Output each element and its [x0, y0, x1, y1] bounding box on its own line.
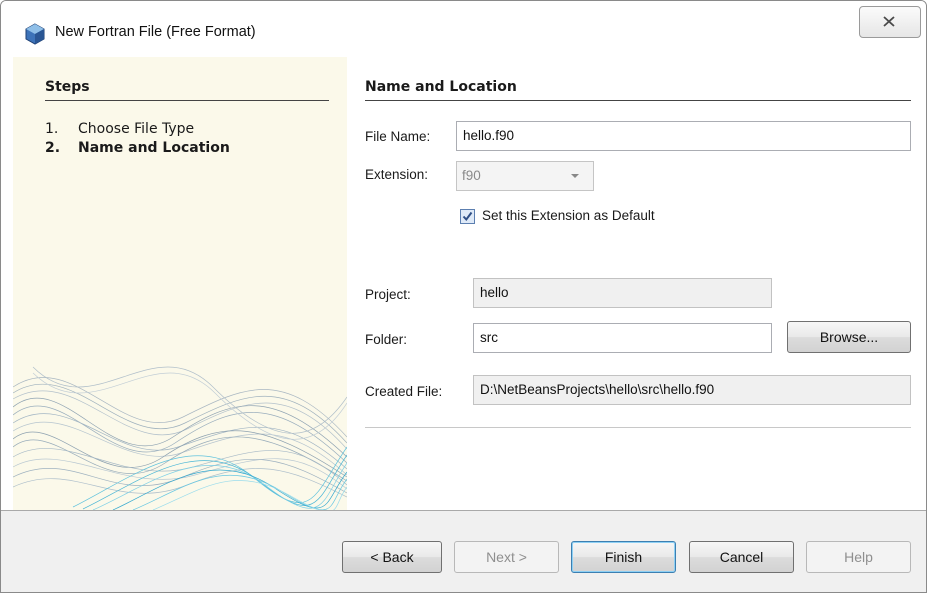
title-bar[interactable]: New Fortran File (Free Format)	[1, 1, 926, 55]
section-title: Name and Location	[365, 79, 517, 95]
section-divider	[365, 100, 911, 101]
cancel-button[interactable]: Cancel	[689, 541, 794, 573]
close-button[interactable]	[859, 6, 921, 38]
steps-panel: Steps 1. Choose File Type 2. Name and Loca…	[13, 57, 347, 510]
left-margin	[1, 57, 13, 510]
help-button[interactable]: Help	[806, 541, 911, 573]
next-button[interactable]: Next >	[454, 541, 559, 573]
step-number: 1.	[45, 121, 59, 137]
created-file-label: Created File:	[365, 384, 443, 399]
chevron-down-icon	[571, 174, 579, 178]
step-choose-file-type: 1. Choose File Type	[45, 121, 194, 137]
checkmark-icon	[462, 211, 473, 222]
extension-combo[interactable]: f90	[456, 161, 594, 191]
extension-value: f90	[462, 168, 481, 183]
step-number: 2.	[45, 140, 61, 156]
file-name-input[interactable]: hello.f90	[456, 121, 911, 151]
back-button[interactable]: < Back	[342, 541, 442, 573]
set-default-checkbox[interactable]	[460, 209, 475, 224]
steps-title: Steps	[45, 79, 90, 95]
step-label: Choose File Type	[78, 121, 195, 137]
dialog-window: New Fortran File (Free Format) Steps 1. C…	[0, 0, 927, 593]
folder-input[interactable]: src	[473, 323, 772, 353]
extension-label: Extension:	[365, 167, 429, 182]
set-default-label[interactable]: Set this Extension as Default	[482, 208, 655, 223]
file-name-label: File Name:	[365, 129, 431, 144]
created-file-field: D:\NetBeansProjects\hello\src\hello.f90	[473, 375, 911, 405]
decorative-waves-image	[13, 366, 347, 510]
netbeans-cube-icon	[25, 23, 45, 45]
window-title: New Fortran File (Free Format)	[55, 24, 256, 40]
close-icon	[883, 16, 895, 27]
button-bar: < Back Next > Finish Cancel Help	[1, 510, 926, 592]
form-divider	[365, 427, 911, 428]
name-location-panel: Name and Location File Name: hello.f90 E…	[347, 57, 926, 510]
project-field: hello	[473, 278, 772, 308]
step-name-and-location: 2. Name and Location	[45, 140, 230, 156]
folder-label: Folder:	[365, 332, 408, 347]
project-label: Project:	[365, 287, 411, 302]
finish-button[interactable]: Finish	[571, 541, 676, 573]
steps-divider	[45, 100, 329, 101]
browse-button[interactable]: Browse...	[787, 321, 911, 353]
step-label: Name and Location	[78, 140, 230, 156]
